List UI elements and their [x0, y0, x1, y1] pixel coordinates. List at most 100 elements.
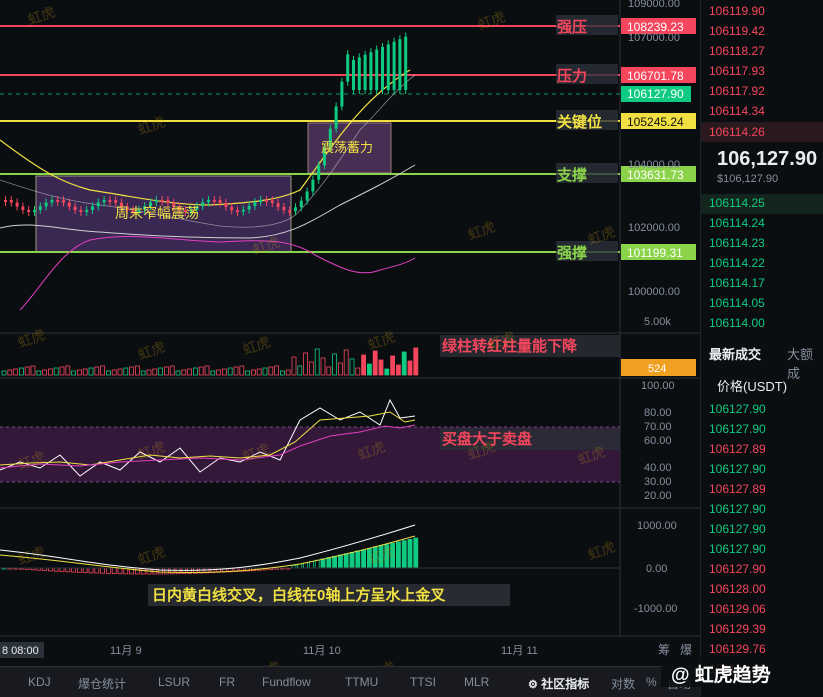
volume-bar — [250, 369, 256, 376]
macd-bar — [94, 567, 100, 574]
bid-row[interactable]: 106114.24 — [709, 216, 765, 230]
bid-row[interactable]: 106114.17 — [709, 276, 765, 290]
bid-row[interactable]: 106114.23 — [709, 236, 765, 250]
candle — [253, 202, 257, 207]
candle — [91, 206, 94, 210]
price-axis-label: 104000.00 — [628, 159, 680, 171]
current-price-tag: 106127.90 — [627, 87, 684, 101]
rsi-tick: 100.00 — [641, 380, 675, 392]
trade-row: 106127.90 — [709, 402, 766, 416]
volume-bar — [169, 365, 175, 376]
tab-latest-trades[interactable]: 最新成交 — [709, 344, 761, 363]
ask-row[interactable]: 106119.90 — [709, 4, 765, 18]
bid-row[interactable]: 106114.00 — [709, 316, 765, 330]
macd-bar — [134, 567, 140, 575]
candle — [21, 206, 25, 210]
tab-community-indicators[interactable]: ⚙ 社区指标 — [528, 675, 589, 692]
volume-bar — [88, 367, 94, 376]
ask-row[interactable]: 106117.92 — [709, 84, 765, 98]
volume-bar — [378, 359, 384, 376]
volume-bar — [134, 365, 140, 376]
volume-bar — [349, 358, 355, 376]
macd-bar — [111, 567, 117, 574]
candle — [381, 47, 384, 90]
volume-bar — [117, 368, 123, 376]
indicator-toolbar: KDJ 爆仓统计 LSUR FR Fundflow TTMU TTSI MLR … — [0, 666, 700, 697]
svg-text:虹虎: 虹虎 — [16, 326, 48, 351]
tab-liquidation[interactable]: 爆仓统计 — [78, 675, 126, 692]
brand-watermark: @ 虹虎趋势 — [671, 665, 771, 686]
macd-bar — [100, 567, 105, 574]
chart-canvas[interactable]: 强压 108239.23压力 106701.78关键位 105245.24支撑 1036… — [0, 0, 700, 666]
candle — [352, 60, 355, 90]
macd-bar — [158, 567, 164, 575]
trade-row: 106127.90 — [709, 562, 766, 576]
tab-mlr[interactable]: MLR — [464, 675, 489, 689]
rsi-tick: 40.00 — [644, 462, 672, 474]
tab-kdj[interactable]: KDJ — [28, 675, 51, 689]
tab-lsur[interactable]: LSUR — [158, 675, 190, 689]
volume-bar — [268, 366, 274, 376]
rsi-tick: 80.00 — [644, 407, 672, 419]
bid-row[interactable]: 106114.22 — [709, 256, 765, 270]
tab-fr[interactable]: FR — [219, 675, 235, 689]
volume-bar — [372, 350, 378, 376]
candle — [236, 210, 239, 213]
macd-tick: 1000.00 — [637, 520, 677, 532]
tab-log[interactable]: 对数 — [611, 675, 635, 692]
time-label-cursor: 8 08:00 — [2, 645, 39, 657]
bid-row[interactable]: 106114.05 — [709, 296, 765, 310]
macd-bar — [407, 539, 413, 569]
volume-bar — [65, 365, 71, 376]
macd-bar — [395, 541, 401, 569]
macd-bar — [117, 567, 123, 575]
volume-bar — [303, 352, 309, 376]
candle — [33, 209, 36, 212]
candle — [218, 200, 222, 203]
macd-bar — [169, 567, 175, 575]
ask-row[interactable]: 106119.42 — [709, 24, 765, 38]
key-level-value: 105245.24 — [627, 115, 684, 129]
volume-bar — [384, 368, 390, 376]
candle — [340, 81, 344, 107]
tab-percent[interactable]: % — [646, 675, 657, 689]
candle — [386, 44, 390, 90]
volume-bar — [181, 369, 187, 376]
macd-bar — [343, 553, 349, 569]
candle — [317, 165, 321, 180]
candle — [311, 179, 315, 192]
volume-bar — [308, 361, 314, 376]
volume-bar — [413, 347, 419, 376]
candle — [398, 39, 402, 90]
ask-row[interactable]: 106114.26 — [709, 125, 765, 139]
chart-area[interactable]: 强压 108239.23 压力 106701.78 关键位 105245.24 支撑 1036… — [0, 0, 700, 666]
tab-ttmu[interactable]: TTMU — [345, 675, 378, 689]
candle — [50, 199, 54, 203]
volume-bar — [216, 369, 222, 376]
rsi-tick: 70.00 — [644, 421, 672, 433]
svg-text:虹虎: 虹虎 — [366, 658, 398, 666]
tab-community-label: 社区指标 — [541, 677, 590, 691]
ask-row[interactable]: 106118.27 — [709, 44, 765, 58]
macd-tick: 0.00 — [646, 563, 667, 575]
ask-row[interactable]: 106117.93 — [709, 64, 765, 78]
resistance-value: 106701.78 — [627, 69, 684, 83]
tab-fundflow[interactable]: Fundflow — [262, 675, 311, 689]
time-axis-right-label[interactable]: 筹 — [658, 643, 670, 657]
tab-ttsi[interactable]: TTSI — [410, 675, 436, 689]
time-axis-right-label[interactable]: 爆 — [680, 643, 692, 657]
volume-bar — [291, 356, 297, 376]
trade-row: 106127.90 — [709, 542, 766, 556]
volume-bar — [401, 351, 407, 376]
volume-bar — [30, 365, 36, 376]
strong-support-value: 101199.31 — [627, 246, 683, 260]
bid-row[interactable]: 106114.25 — [709, 196, 765, 210]
volume-bar — [256, 368, 262, 376]
candle — [288, 210, 292, 213]
ask-row[interactable]: 106114.34 — [709, 104, 765, 118]
volume-bar — [48, 368, 53, 376]
volume-bar — [326, 366, 332, 376]
candle — [241, 209, 245, 212]
tab-large-trades[interactable]: 大额成 — [787, 344, 823, 382]
volume-bar — [361, 354, 367, 376]
